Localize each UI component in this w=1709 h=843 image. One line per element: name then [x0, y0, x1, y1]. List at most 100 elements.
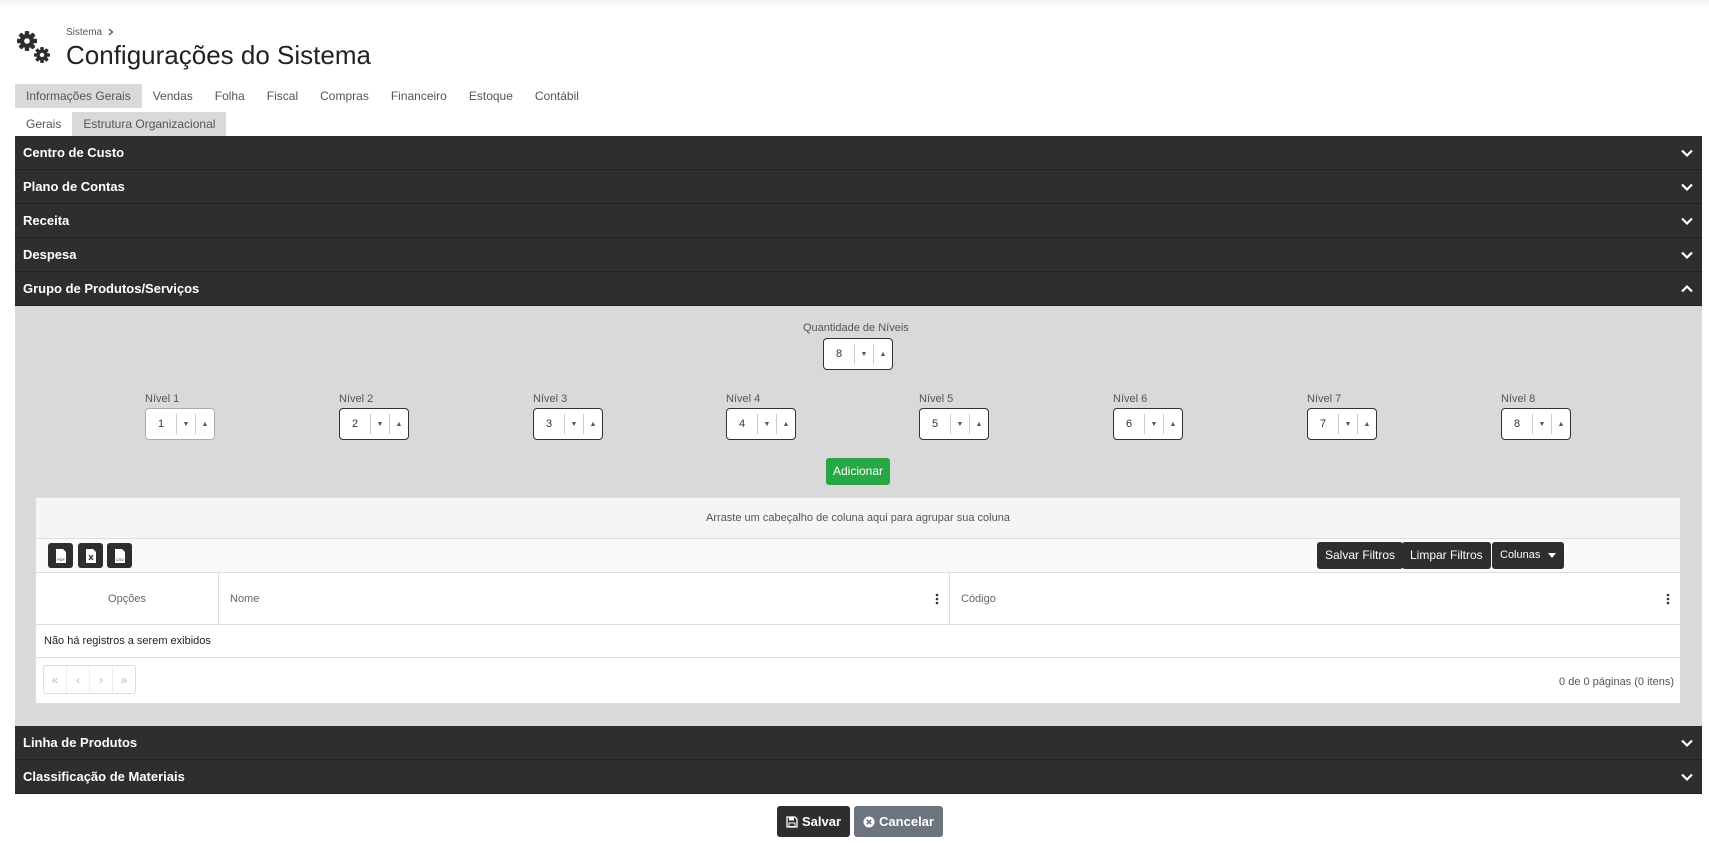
nivel-5-stepper[interactable]: 5 ▼ ▲: [919, 408, 989, 440]
accordion-label: Grupo de Produtos/Serviços: [23, 281, 200, 296]
clear-filters-button[interactable]: Limpar Filtros: [1402, 542, 1491, 569]
tab-estrutura-organizacional[interactable]: Estrutura Organizacional: [72, 112, 227, 136]
save-filters-button[interactable]: Salvar Filtros: [1317, 542, 1404, 569]
stepper-up-icon[interactable]: ▲: [196, 414, 214, 434]
svg-text:PDF: PDF: [57, 557, 66, 562]
next-page-icon[interactable]: ›: [90, 666, 113, 693]
tab-contabil[interactable]: Contábil: [524, 84, 590, 108]
save-button[interactable]: Salvar: [777, 806, 851, 837]
tab-gerais[interactable]: Gerais: [15, 112, 72, 136]
columns-dropdown-button[interactable]: Colunas: [1492, 542, 1564, 569]
chevron-right-icon: [108, 28, 114, 36]
csv-icon[interactable]: CSV: [107, 543, 132, 568]
quantidade-niveis-stepper[interactable]: 8 ▼ ▲: [823, 338, 893, 370]
nivel-4-label: Nível 4: [726, 393, 761, 405]
accordion-grupo-de-produtos[interactable]: Grupo de Produtos/Serviços: [15, 272, 1702, 306]
column-label: Código: [961, 592, 996, 605]
stepper-value[interactable]: 5: [920, 414, 951, 434]
add-button[interactable]: Adicionar: [826, 458, 890, 485]
tab-fiscal[interactable]: Fiscal: [256, 84, 309, 108]
column-menu-icon[interactable]: [1666, 593, 1670, 605]
stepper-up-icon[interactable]: ▲: [1358, 414, 1376, 434]
chevron-down-icon: [1681, 739, 1693, 747]
group-panel[interactable]: Arraste um cabeçalho de coluna aqui para…: [36, 498, 1680, 539]
stepper-down-icon[interactable]: ▼: [855, 344, 874, 364]
floppy-disk-icon: [786, 815, 798, 828]
stepper-up-icon[interactable]: ▲: [1552, 414, 1570, 434]
accordion-linha-de-produtos[interactable]: Linha de Produtos: [15, 726, 1702, 760]
pager-buttons: « ‹ › »: [43, 665, 136, 694]
nivel-8-stepper[interactable]: 8 ▼ ▲: [1501, 408, 1571, 440]
form-footer: Salvar Cancelar: [777, 806, 943, 837]
grid-header: Opções Nome Código: [36, 573, 1680, 625]
stepper-down-icon[interactable]: ▼: [1533, 414, 1552, 434]
stepper-down-icon[interactable]: ▼: [565, 414, 584, 434]
breadcrumb-parent[interactable]: Sistema: [66, 27, 102, 38]
nivel-1-stepper[interactable]: 1 ▼ ▲: [145, 408, 215, 440]
tab-estoque[interactable]: Estoque: [458, 84, 524, 108]
stepper-up-icon[interactable]: ▲: [777, 414, 795, 434]
stepper-up-icon[interactable]: ▲: [390, 414, 408, 434]
column-header-opcoes[interactable]: Opções: [36, 573, 219, 624]
stepper-down-icon[interactable]: ▼: [1145, 414, 1164, 434]
stepper-down-icon[interactable]: ▼: [177, 414, 196, 434]
column-menu-icon[interactable]: [935, 593, 939, 605]
caret-down-icon: [1548, 553, 1556, 558]
accordion-receita[interactable]: Receita: [15, 204, 1702, 238]
chevron-down-icon: [1681, 149, 1693, 157]
accordion-centro-de-custo[interactable]: Centro de Custo: [15, 136, 1702, 170]
stepper-up-icon[interactable]: ▲: [874, 344, 892, 364]
stepper-value[interactable]: 1: [146, 414, 177, 434]
nivel-3-stepper[interactable]: 3 ▼ ▲: [533, 408, 603, 440]
stepper-value[interactable]: 8: [1502, 414, 1533, 434]
stepper-value[interactable]: 8: [824, 344, 855, 364]
stepper-down-icon[interactable]: ▼: [951, 414, 970, 434]
stepper-down-icon[interactable]: ▼: [1339, 414, 1358, 434]
stepper-value[interactable]: 2: [340, 414, 371, 434]
tab-informacoes-gerais[interactable]: Informações Gerais: [15, 84, 142, 108]
tab-vendas[interactable]: Vendas: [142, 84, 204, 108]
nivel-6-stepper[interactable]: 6 ▼ ▲: [1113, 408, 1183, 440]
accordion-despesa[interactable]: Despesa: [15, 238, 1702, 272]
nivel-5-label: Nível 5: [919, 393, 954, 405]
stepper-up-icon[interactable]: ▲: [1164, 414, 1182, 434]
nivel-4-stepper[interactable]: 4 ▼ ▲: [726, 408, 796, 440]
nivel-2-stepper[interactable]: 2 ▼ ▲: [339, 408, 409, 440]
nivel-2-label: Nível 2: [339, 393, 374, 405]
stepper-down-icon[interactable]: ▼: [758, 414, 777, 434]
last-page-icon[interactable]: »: [113, 666, 135, 693]
cancel-button[interactable]: Cancelar: [854, 806, 943, 837]
accordion-label: Plano de Contas: [23, 179, 125, 194]
page-header: Sistema Configurações do Sistema: [14, 26, 371, 70]
data-grid: Arraste um cabeçalho de coluna aqui para…: [35, 497, 1681, 704]
stepper-value[interactable]: 3: [534, 414, 565, 434]
empty-message: Não há registros a serem exibidos: [36, 625, 1680, 658]
quantidade-niveis-label: Quantidade de Níveis: [803, 322, 909, 334]
accordion-classificacao-de-materiais[interactable]: Classificação de Materiais: [15, 760, 1702, 794]
stepper-value[interactable]: 7: [1308, 414, 1339, 434]
nivel-7-stepper[interactable]: 7 ▼ ▲: [1307, 408, 1377, 440]
excel-icon[interactable]: [78, 543, 103, 568]
stepper-down-icon[interactable]: ▼: [371, 414, 390, 434]
breadcrumb: Sistema: [66, 26, 371, 38]
column-header-nome[interactable]: Nome: [219, 573, 950, 624]
chevron-down-icon: [1681, 251, 1693, 259]
accordion-plano-de-contas[interactable]: Plano de Contas: [15, 170, 1702, 204]
stepper-up-icon[interactable]: ▲: [584, 414, 602, 434]
pdf-icon[interactable]: PDF: [48, 543, 73, 568]
accordion-label: Centro de Custo: [23, 145, 125, 160]
column-header-codigo[interactable]: Código: [950, 573, 1680, 624]
stepper-value[interactable]: 4: [727, 414, 758, 434]
chevron-up-icon: [1681, 284, 1693, 292]
tab-financeiro[interactable]: Financeiro: [380, 84, 458, 108]
main-tabs: Informações Gerais Vendas Folha Fiscal C…: [15, 84, 590, 108]
gears-icon: [14, 28, 54, 68]
save-label: Salvar: [802, 814, 842, 829]
first-page-icon[interactable]: «: [44, 666, 67, 693]
prev-page-icon[interactable]: ‹: [67, 666, 90, 693]
stepper-up-icon[interactable]: ▲: [970, 414, 988, 434]
tab-folha[interactable]: Folha: [204, 84, 256, 108]
page-title: Configurações do Sistema: [66, 40, 371, 70]
tab-compras[interactable]: Compras: [309, 84, 380, 108]
stepper-value[interactable]: 6: [1114, 414, 1145, 434]
